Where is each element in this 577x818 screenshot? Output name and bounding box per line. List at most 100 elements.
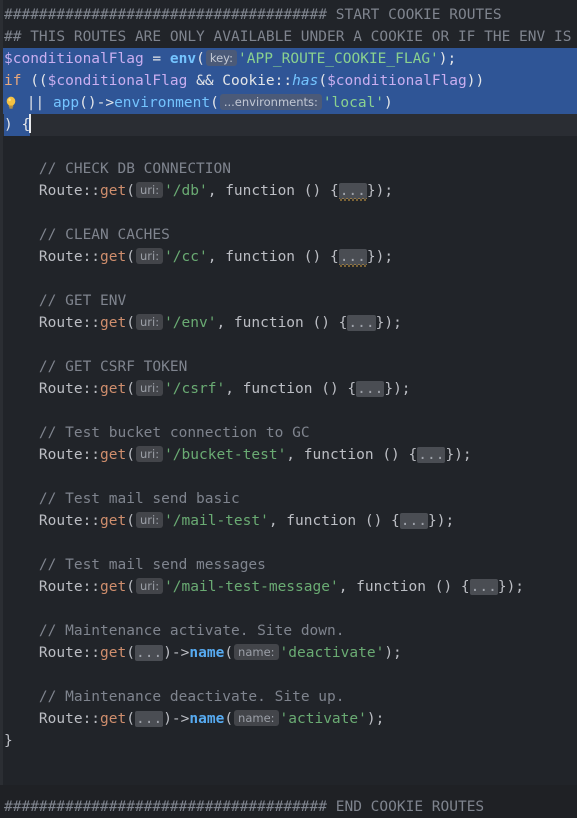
code-line-route-0[interactable]: Route::get(uri: '/db', function () {...})… bbox=[0, 180, 577, 202]
route-method-get[interactable]: get bbox=[100, 183, 126, 199]
block-close-brace: } bbox=[4, 733, 13, 749]
app-parens: () bbox=[79, 95, 97, 111]
code-line-comment-6[interactable]: // Test mail send messages bbox=[0, 554, 577, 576]
route-tail: }); bbox=[375, 315, 402, 331]
route-tail: }); bbox=[445, 447, 472, 463]
code-line-block-close[interactable]: } bbox=[0, 730, 577, 752]
route-uri: '/env' bbox=[164, 315, 217, 331]
code-editor[interactable]: ##################################### ST… bbox=[0, 0, 577, 815]
code-line-blank-7[interactable] bbox=[0, 532, 577, 554]
code-line-route-3[interactable]: Route::get(uri: '/csrf', function () {...… bbox=[0, 378, 577, 400]
code-line-comment-1[interactable]: // CLEAN CACHES bbox=[0, 224, 577, 246]
code-line-blank-4[interactable] bbox=[0, 334, 577, 356]
folded-code-region[interactable]: ... bbox=[356, 381, 385, 397]
code-line-route-4[interactable]: Route::get(uri: '/bucket-test', function … bbox=[0, 444, 577, 466]
app-function[interactable]: app bbox=[53, 95, 79, 111]
code-line-blank-11[interactable] bbox=[0, 774, 577, 796]
code-line-blank-2[interactable] bbox=[0, 202, 577, 224]
code-line-blank-6[interactable] bbox=[0, 466, 577, 488]
code-line-banner-end[interactable]: ##################################### EN… bbox=[0, 796, 577, 818]
code-line-blank-5[interactable] bbox=[0, 400, 577, 422]
folded-code-region[interactable]: ... bbox=[134, 645, 164, 661]
code-line-blank-1[interactable] bbox=[0, 136, 577, 158]
folded-code-region[interactable]: ... bbox=[338, 183, 367, 199]
code-line-blank-9[interactable] bbox=[0, 664, 577, 686]
folded-code-region[interactable]: ... bbox=[347, 315, 376, 331]
code-content[interactable]: ##################################### ST… bbox=[0, 0, 577, 818]
folded-code-region[interactable]: ... bbox=[469, 579, 498, 595]
route-mid: , function () { bbox=[225, 381, 357, 397]
route-comment: // Test mail send basic bbox=[38, 491, 240, 507]
folded-code-region[interactable]: ... bbox=[399, 513, 428, 529]
param-hint-uri: uri: bbox=[135, 248, 164, 264]
code-line-if-condition[interactable]: if (($conditionalFlag && Cookie::has($co… bbox=[0, 70, 577, 92]
if-open-parens: (( bbox=[21, 73, 48, 89]
code-line-comment-3[interactable]: // GET CSRF TOKEN bbox=[0, 356, 577, 378]
code-line-block-open[interactable]: ) { bbox=[0, 114, 577, 136]
code-line-banner-start[interactable]: ##################################### ST… bbox=[0, 4, 577, 26]
environment-open-paren: ( bbox=[210, 95, 219, 111]
code-line-blank-10[interactable] bbox=[0, 752, 577, 774]
code-line-comment-2[interactable]: // GET ENV bbox=[0, 290, 577, 312]
code-line-blank-8[interactable] bbox=[0, 598, 577, 620]
code-line-route-1[interactable]: Route::get(uri: '/cc', function () {...})… bbox=[0, 246, 577, 268]
if-variable-2: $conditionalFlag bbox=[327, 73, 467, 89]
code-line-comment-7[interactable]: // Maintenance activate. Site down. bbox=[0, 620, 577, 642]
route-open-paren: ( bbox=[126, 447, 135, 463]
route-mid: , function () { bbox=[207, 183, 339, 199]
route-class[interactable]: Route bbox=[39, 183, 83, 199]
code-line-route-7[interactable]: Route::get(...)->name(name:'deactivate')… bbox=[0, 642, 577, 664]
route-name-method[interactable]: name bbox=[189, 711, 224, 727]
code-line-environment-check[interactable]: || app()->environment(...environments:'l… bbox=[0, 92, 577, 114]
route-class[interactable]: Route bbox=[39, 447, 83, 463]
code-line-comment-5[interactable]: // Test mail send basic bbox=[0, 488, 577, 510]
route-method-get[interactable]: get bbox=[100, 249, 126, 265]
route-scope: :: bbox=[82, 513, 101, 529]
if-keyword: if bbox=[4, 73, 22, 89]
code-line-route-6[interactable]: Route::get(uri: '/mail-test-message', fun… bbox=[0, 576, 577, 598]
route-class[interactable]: Route bbox=[39, 513, 83, 529]
folded-code-region[interactable]: ... bbox=[338, 249, 367, 265]
route-class[interactable]: Route bbox=[39, 579, 83, 595]
folded-code-region[interactable]: ... bbox=[134, 711, 164, 727]
code-line-comment-0[interactable]: // CHECK DB CONNECTION bbox=[0, 158, 577, 180]
if-variable-1: $conditionalFlag bbox=[47, 73, 188, 89]
code-line-route-8[interactable]: Route::get(...)->name(name:'activate'); bbox=[0, 708, 577, 730]
note-comment-text: ## THIS ROUTES ARE ONLY AVAILABLE UNDER … bbox=[4, 29, 577, 45]
route-class[interactable]: Route bbox=[39, 315, 83, 331]
code-line-route-2[interactable]: Route::get(uri: '/env', function () {...}… bbox=[0, 312, 577, 334]
has-method[interactable]: has bbox=[292, 73, 318, 89]
lightbulb-icon[interactable] bbox=[4, 95, 18, 111]
route-name-method[interactable]: name bbox=[189, 645, 224, 661]
logical-or-operator: || bbox=[26, 95, 45, 111]
route-method-get[interactable]: get bbox=[100, 711, 126, 727]
folded-code-region[interactable]: ... bbox=[417, 447, 446, 463]
route-class[interactable]: Route bbox=[39, 249, 83, 265]
if-close-parens: )) bbox=[466, 73, 485, 89]
route-mid: ( bbox=[126, 711, 135, 727]
code-line-comment-8[interactable]: // Maintenance deactivate. Site up. bbox=[0, 686, 577, 708]
route-uri: '/mail-test' bbox=[164, 513, 269, 529]
route-method-get[interactable]: get bbox=[100, 645, 126, 661]
route-uri: '/bucket-test' bbox=[164, 447, 287, 463]
route-tail: }); bbox=[366, 183, 394, 199]
route-class[interactable]: Route bbox=[39, 711, 83, 727]
route-open-paren: ( bbox=[126, 249, 135, 265]
route-method-get[interactable]: get bbox=[100, 579, 126, 595]
code-line-route-5[interactable]: Route::get(uri: '/mail-test', function ()… bbox=[0, 510, 577, 532]
environment-method[interactable]: environment bbox=[114, 95, 210, 111]
environment-close-paren: ) bbox=[384, 95, 393, 111]
cookie-class[interactable]: Cookie bbox=[222, 73, 274, 89]
code-line-blank-3[interactable] bbox=[0, 268, 577, 290]
code-line-comment-4[interactable]: // Test bucket connection to GC bbox=[0, 422, 577, 444]
code-line-note-comment[interactable]: ## THIS ROUTES ARE ONLY AVAILABLE UNDER … bbox=[0, 26, 577, 48]
route-method-get[interactable]: get bbox=[100, 447, 126, 463]
route-method-get[interactable]: get bbox=[100, 315, 126, 331]
route-comment: // GET CSRF TOKEN bbox=[38, 359, 188, 375]
code-line-assign-flag[interactable]: $conditionalFlag = env(key: 'APP_ROUTE_CO… bbox=[0, 48, 577, 70]
route-method-get[interactable]: get bbox=[100, 381, 126, 397]
env-function[interactable]: env bbox=[170, 51, 196, 67]
route-class[interactable]: Route bbox=[39, 645, 83, 661]
route-method-get[interactable]: get bbox=[100, 513, 126, 529]
route-class[interactable]: Route bbox=[39, 381, 83, 397]
